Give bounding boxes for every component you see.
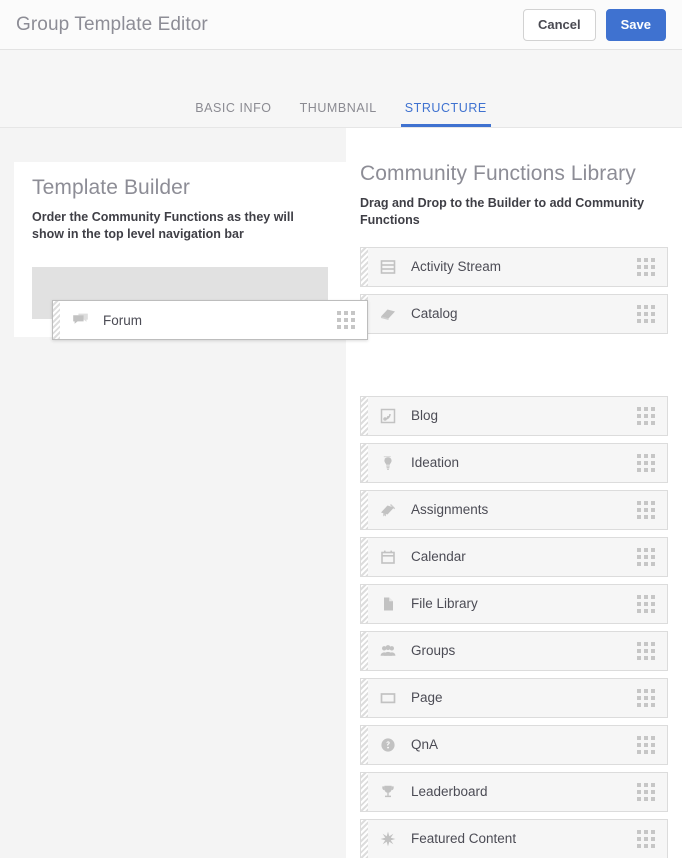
list-item[interactable]: Leaderboard [360,771,668,812]
drag-handle-icon[interactable] [637,406,655,425]
library-empty-slot[interactable] [360,341,668,396]
drag-handle-icon[interactable] [637,304,655,323]
calendar-icon [377,546,399,568]
drag-handle-icon[interactable] [637,500,655,519]
list-item[interactable]: File Library [360,583,668,624]
tab-thumbnail[interactable]: THUMBNAIL [286,101,391,127]
list-item[interactable]: Activity Stream [360,246,668,287]
drag-handle-icon[interactable] [637,594,655,613]
dragged-item-forum[interactable]: Forum [52,300,368,340]
list-item-label: Assignments [411,502,489,518]
list-item[interactable]: Calendar [360,536,668,577]
list-item[interactable]: Catalog [360,293,668,334]
assignments-icon [377,499,399,521]
tab-basic-info[interactable]: BASIC INFO [181,101,285,127]
tab-bar: BASIC INFO THUMBNAIL STRUCTURE [0,50,682,128]
trophy-icon [377,781,399,803]
dragged-item-label: Forum [103,312,143,328]
catalog-icon [377,303,399,325]
drag-handle-icon[interactable] [637,641,655,660]
drag-handle-icon[interactable] [637,735,655,754]
template-builder-title: Template Builder [32,176,191,199]
list-item-label: Calendar [411,549,466,565]
file-icon [377,593,399,615]
list-item-label: Activity Stream [411,259,502,275]
activity-stream-icon [377,256,399,278]
list-item-label: Groups [411,643,456,659]
list-item-label: Blog [411,408,439,424]
groups-icon [377,640,399,662]
library-instructions: Drag and Drop to the Builder to add Comm… [360,196,645,227]
community-functions-library-panel: Community Functions Library Drag and Dro… [346,128,682,858]
page-title: Group Template Editor [16,13,208,35]
page-icon [377,687,399,709]
list-item-label: Page [411,690,443,706]
drag-handle-icon[interactable] [637,453,655,472]
list-item-label: QnA [411,737,439,753]
question-mark-icon [377,734,399,756]
drag-handle-icon[interactable] [637,782,655,801]
list-item[interactable]: Groups [360,630,668,671]
list-item-label: Leaderboard [411,784,488,800]
tab-structure[interactable]: STRUCTURE [391,101,501,127]
library-title: Community Functions Library [360,162,636,185]
list-item[interactable]: Ideation [360,442,668,483]
list-item[interactable]: QnA [360,724,668,765]
list-item-label: Featured Content [411,831,517,847]
blog-icon [377,405,399,427]
template-builder-instructions: Order the Community Functions as they wi… [32,210,294,241]
list-item[interactable]: Blog [360,395,668,436]
list-item[interactable]: Featured Content [360,818,668,858]
chat-bubble-icon [69,309,91,331]
cancel-button[interactable]: Cancel [522,8,596,41]
library-list: Activity Stream Catalog Blog Ideation As… [360,246,668,858]
save-button[interactable]: Save [605,8,666,41]
top-bar-actions: Cancel Save [522,8,666,41]
drag-handle-icon[interactable] [637,829,655,848]
list-item-label: File Library [411,596,478,612]
drag-handle-icon[interactable] [637,688,655,707]
starburst-icon [377,828,399,850]
list-item-label: Catalog [411,306,458,322]
list-item[interactable]: Page [360,677,668,718]
top-bar: Group Template Editor Cancel Save [0,0,682,50]
lightbulb-icon [377,452,399,474]
drag-handle-icon[interactable] [337,311,355,329]
list-item-label: Ideation [411,455,460,471]
drag-handle-icon[interactable] [637,547,655,566]
list-item[interactable]: Assignments [360,489,668,530]
drag-handle-icon[interactable] [637,257,655,276]
